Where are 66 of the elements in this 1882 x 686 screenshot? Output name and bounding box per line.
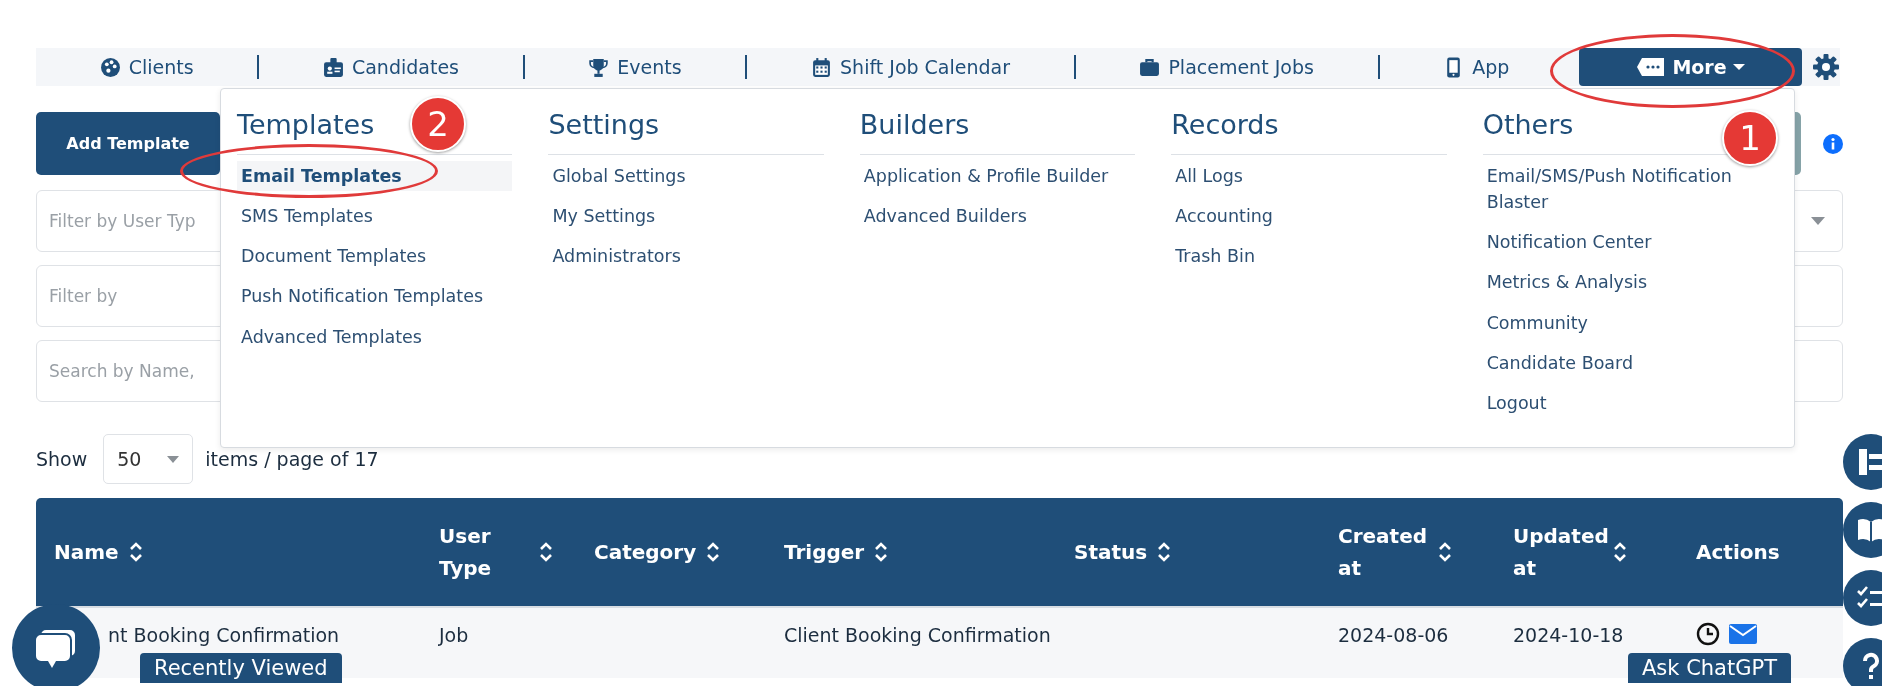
sort-icon[interactable] — [128, 541, 143, 563]
id-badge-icon — [322, 56, 344, 78]
show-label: Show — [36, 446, 88, 472]
info-icon[interactable] — [1823, 133, 1843, 154]
sort-icon[interactable] — [874, 541, 889, 563]
sort-icon[interactable] — [1613, 541, 1627, 563]
ask-chatgpt-tab[interactable]: Ask ChatGPT — [1628, 653, 1791, 684]
caret-icon — [1811, 217, 1825, 225]
more-button[interactable]: More — [1579, 48, 1802, 86]
sort-icon[interactable] — [539, 541, 553, 563]
column-header[interactable]: Category — [594, 536, 697, 568]
menu-section-title: Settings — [548, 105, 824, 155]
menu-item[interactable]: Trash Bin — [1171, 241, 1447, 272]
trophy-icon — [588, 56, 610, 78]
column-header[interactable]: Status — [1074, 536, 1148, 568]
menu-item[interactable]: Advanced Builders — [859, 200, 1136, 231]
tag-icon — [1636, 57, 1667, 77]
column-header: Actions — [1696, 539, 1780, 566]
sort-icon[interactable] — [1438, 541, 1452, 563]
menu-section-title: Builders — [859, 105, 1136, 155]
menu-item[interactable]: Advanced Templates — [237, 321, 513, 352]
menu-item[interactable]: Metrics & Analysis — [1482, 267, 1759, 298]
menu-item[interactable]: Accounting — [1171, 200, 1447, 231]
nav-link[interactable]: Shift Job Calendar — [811, 52, 1011, 82]
menu-item[interactable]: Candidate Board — [1482, 347, 1759, 378]
caret-icon — [167, 455, 180, 463]
menu-item[interactable]: Push Notification Templates — [237, 281, 513, 312]
sort-icon[interactable] — [706, 541, 721, 563]
table-cell: Job — [439, 624, 469, 646]
menu-item[interactable]: Notification Center — [1482, 227, 1759, 258]
sort-icon[interactable] — [1157, 541, 1172, 563]
menu-item[interactable]: Logout — [1482, 388, 1759, 419]
table-cell: nt Booking Confirmation — [108, 624, 340, 646]
page-info: items / page of 17 — [205, 446, 379, 472]
menu-item[interactable]: My Settings — [548, 200, 824, 231]
envelope-icon[interactable] — [1728, 622, 1758, 646]
briefcase-icon — [1139, 56, 1161, 78]
nav-link[interactable]: App — [1443, 52, 1510, 82]
add-template-button[interactable]: Add Template — [36, 112, 220, 175]
column-header[interactable]: Created at — [1338, 520, 1428, 584]
menu-item[interactable]: Document Templates — [237, 241, 513, 272]
caret-icon — [1732, 63, 1745, 71]
palette-icon — [99, 56, 121, 78]
nav-link[interactable]: Events — [588, 52, 682, 82]
table-cell: Client Booking Confirmation — [784, 624, 1051, 646]
nav-link[interactable]: Candidates — [322, 52, 459, 82]
menu-section-title: Records — [1171, 105, 1447, 155]
menu-item[interactable]: SMS Templates — [237, 200, 513, 231]
menu-item[interactable]: Email Templates — [237, 160, 513, 191]
settings-icon[interactable] — [1812, 53, 1840, 81]
recently-viewed-tab[interactable]: Recently Viewed — [140, 653, 342, 684]
clock-icon[interactable] — [1696, 622, 1720, 646]
column-header[interactable]: User Type — [439, 520, 529, 584]
nav-link[interactable]: Placement Jobs — [1139, 52, 1314, 82]
menu-item[interactable]: Global Settings — [548, 160, 824, 191]
column-header[interactable]: Trigger — [784, 536, 865, 568]
menu-item[interactable]: Community — [1482, 307, 1759, 338]
calendar-icon — [811, 56, 833, 78]
menu-item[interactable]: All Logs — [1171, 160, 1447, 191]
table-cell: 2024-10-18 — [1513, 624, 1624, 646]
nav-link[interactable]: Clients — [99, 52, 194, 82]
page-size-select[interactable]: 50 — [103, 434, 194, 484]
column-header[interactable]: Name — [54, 536, 119, 568]
menu-item[interactable]: Application & Profile Builder — [859, 160, 1136, 191]
menu-item[interactable]: Administrators — [548, 241, 824, 272]
table-cell: 2024-08-06 — [1338, 624, 1449, 646]
